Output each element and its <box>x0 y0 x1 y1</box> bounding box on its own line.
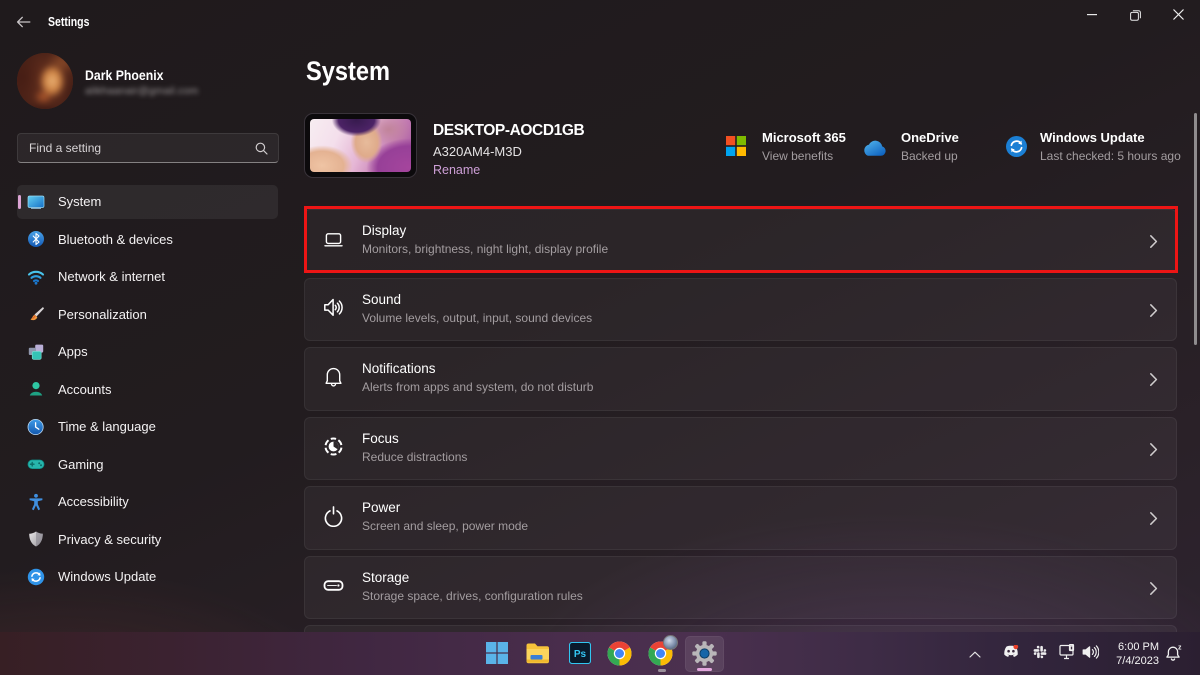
svg-text:z: z <box>1178 645 1182 652</box>
svg-text:Ps: Ps <box>574 649 587 660</box>
